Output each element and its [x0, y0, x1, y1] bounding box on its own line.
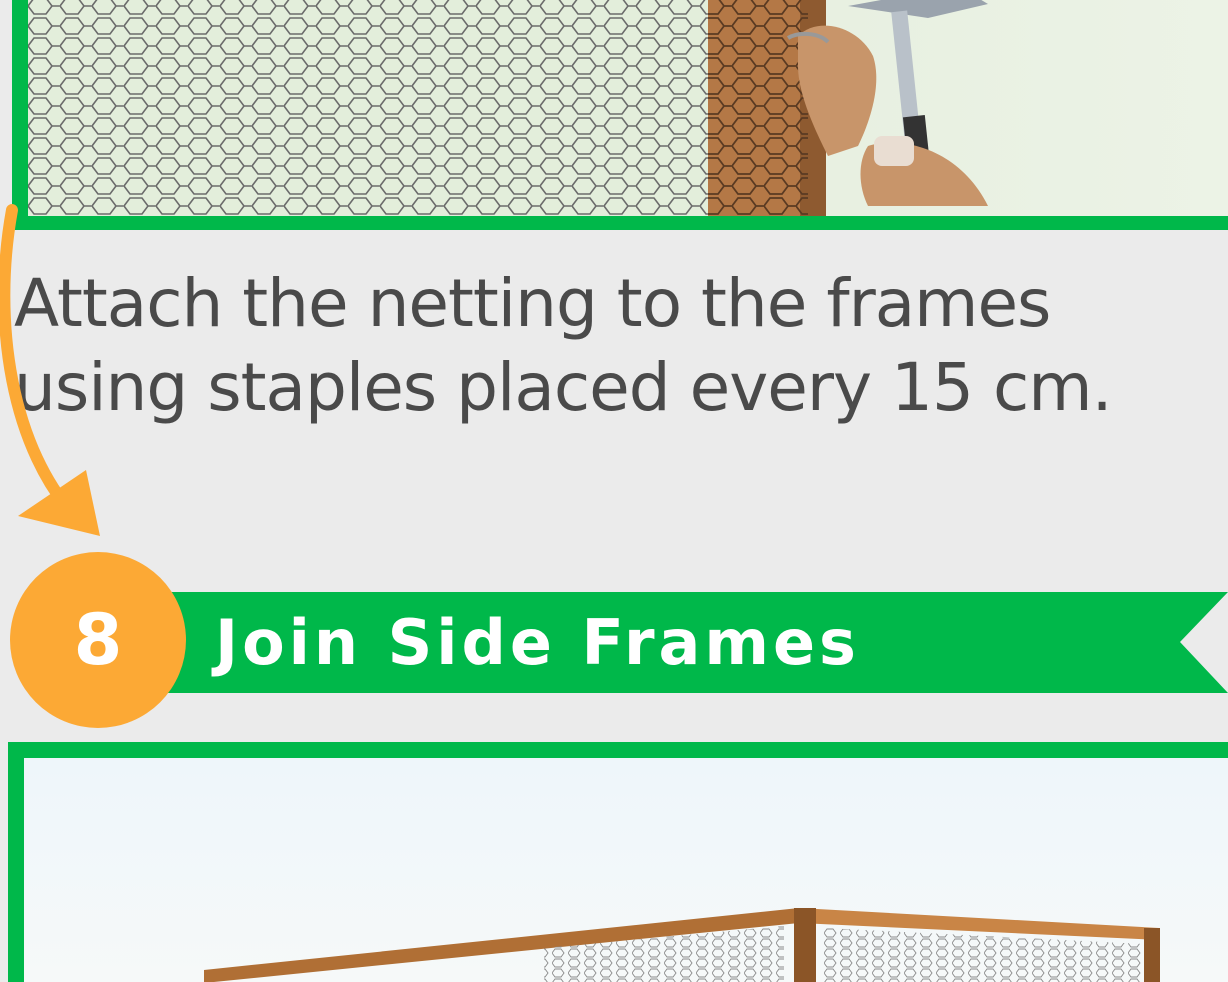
step-7-illustration-frame: [12, 0, 1228, 230]
coop-frame-assembly-icon: [204, 908, 1160, 982]
step-8-illustration: [24, 758, 1228, 982]
step-number: 8: [73, 599, 123, 681]
step-8-illustration-frame: [8, 742, 1228, 982]
step-7-caption: Attach the netting to the frames using s…: [14, 265, 1113, 426]
curved-arrow-icon: [0, 204, 100, 536]
step-7-illustration: [28, 0, 1228, 216]
step-8-title: Join Side Frames: [215, 606, 860, 679]
hammer-stapling-netting-icon: [28, 0, 988, 216]
